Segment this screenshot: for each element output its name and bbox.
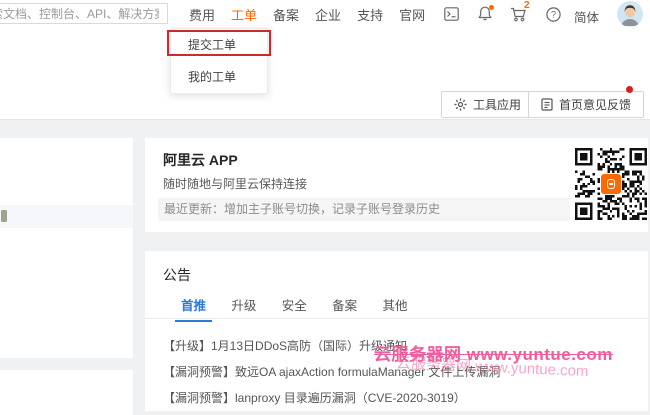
aliyun-app-card: 阿里云 APP 随时随地与阿里云保持连接 最近更新：增加主子账号切换，记录子账号…	[145, 138, 648, 232]
top-navbar: 费用 工单 备案 企业 支持 官网	[0, 0, 650, 28]
feedback-button[interactable]: 首页意见反馈	[528, 91, 644, 118]
menu-item-my-tickets[interactable]: 我的工单	[171, 61, 267, 93]
cart-badge: 2	[524, 0, 530, 11]
menu-item-submit-ticket[interactable]: 提交工单	[171, 29, 267, 61]
nav-item-icp[interactable]: 备案	[265, 5, 307, 24]
gear-icon	[454, 98, 467, 111]
top-header: 费用 工单 备案 企业 支持 官网	[0, 0, 650, 120]
left-sidebar	[0, 138, 133, 358]
svg-text:?: ?	[551, 10, 556, 20]
sidebar-card	[0, 138, 133, 358]
bell-notification-dot	[489, 5, 494, 10]
announcement-item[interactable]: 【漏洞预警】lanproxy 目录遍历漏洞（CVE-2020-3019）	[163, 385, 633, 411]
sidebar-highlighted-item[interactable]	[0, 205, 133, 228]
app-card-subtitle: 随时随地与阿里云保持连接	[163, 175, 307, 192]
nav-links: 费用 工单 备案 企业 支持 官网	[181, 0, 433, 28]
tab-security[interactable]: 安全	[276, 295, 313, 320]
tools-button-label: 工具应用	[473, 96, 521, 113]
tab-icp[interactable]: 备案	[326, 295, 363, 320]
locale-switch[interactable]: 简体	[574, 7, 599, 26]
announcement-item[interactable]: 【升级】1月13日DDoS高防（国际）升级通知	[163, 333, 633, 359]
help-icon[interactable]: ?	[546, 7, 561, 22]
announcements-card: 公告 首推 升级 安全 备案 其他 【升级】1月13日DDoS高防（国际）升级通…	[145, 251, 648, 411]
feedback-button-label: 首页意见反馈	[559, 96, 631, 113]
app-card-update: 最近更新：增加主子账号切换，记录子账号登录历史	[158, 198, 570, 221]
aliyun-logo	[601, 174, 621, 194]
search-input[interactable]	[0, 3, 168, 24]
nav-item-enterprise[interactable]: 企业	[307, 5, 349, 24]
tab-featured[interactable]: 首推	[175, 295, 212, 322]
tools-button[interactable]: 工具应用	[441, 91, 534, 118]
announcement-list: 【升级】1月13日DDoS高防（国际）升级通知 【漏洞预警】致远OA ajaxA…	[163, 333, 633, 411]
app-card-title: 阿里云 APP	[163, 150, 238, 170]
tab-upgrade[interactable]: 升级	[225, 295, 262, 320]
terminal-icon[interactable]	[444, 7, 459, 21]
avatar[interactable]	[617, 1, 643, 27]
sidebar-card-secondary	[0, 370, 133, 415]
clipboard-icon	[541, 98, 553, 111]
ticket-dropdown: 提交工单 我的工单	[170, 28, 268, 94]
announcement-tabs: 首推 升级 安全 备案 其他	[145, 295, 648, 319]
nav-item-tickets[interactable]: 工单	[223, 5, 265, 24]
nav-item-support[interactable]: 支持	[349, 5, 391, 24]
announcements-title: 公告	[163, 265, 191, 285]
nav-item-website[interactable]: 官网	[391, 5, 433, 24]
sidebar-item-icon	[1, 210, 7, 222]
qr-code	[575, 147, 647, 221]
feedback-red-dot	[626, 86, 633, 93]
nav-item-billing[interactable]: 费用	[181, 5, 223, 24]
announcement-item[interactable]: 【漏洞预警】致远OA ajaxAction formulaManager 文件上…	[163, 359, 633, 385]
tab-other[interactable]: 其他	[376, 295, 413, 320]
